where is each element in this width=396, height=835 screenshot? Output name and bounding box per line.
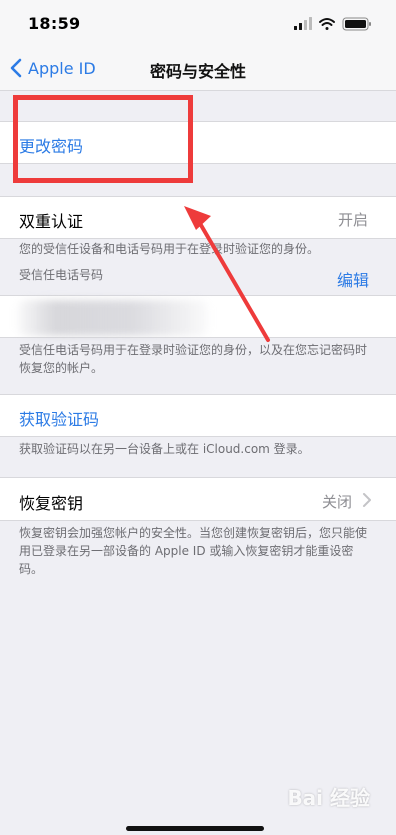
recovery-key-footnote: 恢复密钥会加强您帐户的安全性。当您创建恢复密钥后，您只能使用已登录在另一部设备的…	[19, 526, 368, 576]
annotation-highlight-box	[13, 95, 193, 183]
home-indicator[interactable]	[126, 826, 264, 831]
two-factor-label: 双重认证	[19, 212, 84, 231]
cellular-signal-icon	[294, 17, 312, 30]
get-code-cell[interactable]: 获取验证码	[0, 394, 396, 437]
two-factor-status: 开启	[337, 211, 368, 229]
watermark-logo: Bai 经验	[287, 786, 370, 810]
status-bar: 18:59	[0, 0, 396, 46]
recovery-key-label: 恢复密钥	[19, 494, 84, 513]
recovery-key-cell[interactable]: 恢复密钥 关闭	[0, 477, 396, 521]
two-factor-cell: 双重认证 开启	[0, 196, 396, 239]
trusted-phone-footnote: 受信任电话号码用于在登录时验证您的身份，以及在您忘记密码时恢复您的帐户。	[19, 343, 368, 375]
navigation-bar: Apple ID 密码与安全性	[0, 46, 396, 91]
edit-button[interactable]: 编辑	[337, 267, 369, 291]
get-code-link[interactable]: 获取验证码	[19, 406, 99, 430]
get-code-footnote: 获取验证码以在另一台设备上或在 iCloud.com 登录。	[19, 442, 310, 456]
status-icons	[294, 16, 374, 31]
trusted-phone-header: 受信任电话号码	[19, 268, 104, 282]
wifi-icon	[319, 18, 335, 30]
status-time: 18:59	[28, 14, 81, 33]
two-factor-description: 您的受信任设备和电话号码用于在登录时验证您的身份。	[19, 242, 320, 256]
recovery-key-status: 关闭	[321, 493, 352, 511]
battery-icon	[342, 17, 371, 31]
blurred-phone-number	[18, 300, 208, 336]
chevron-right-icon	[363, 493, 371, 507]
page-title: 密码与安全性	[149, 62, 246, 81]
